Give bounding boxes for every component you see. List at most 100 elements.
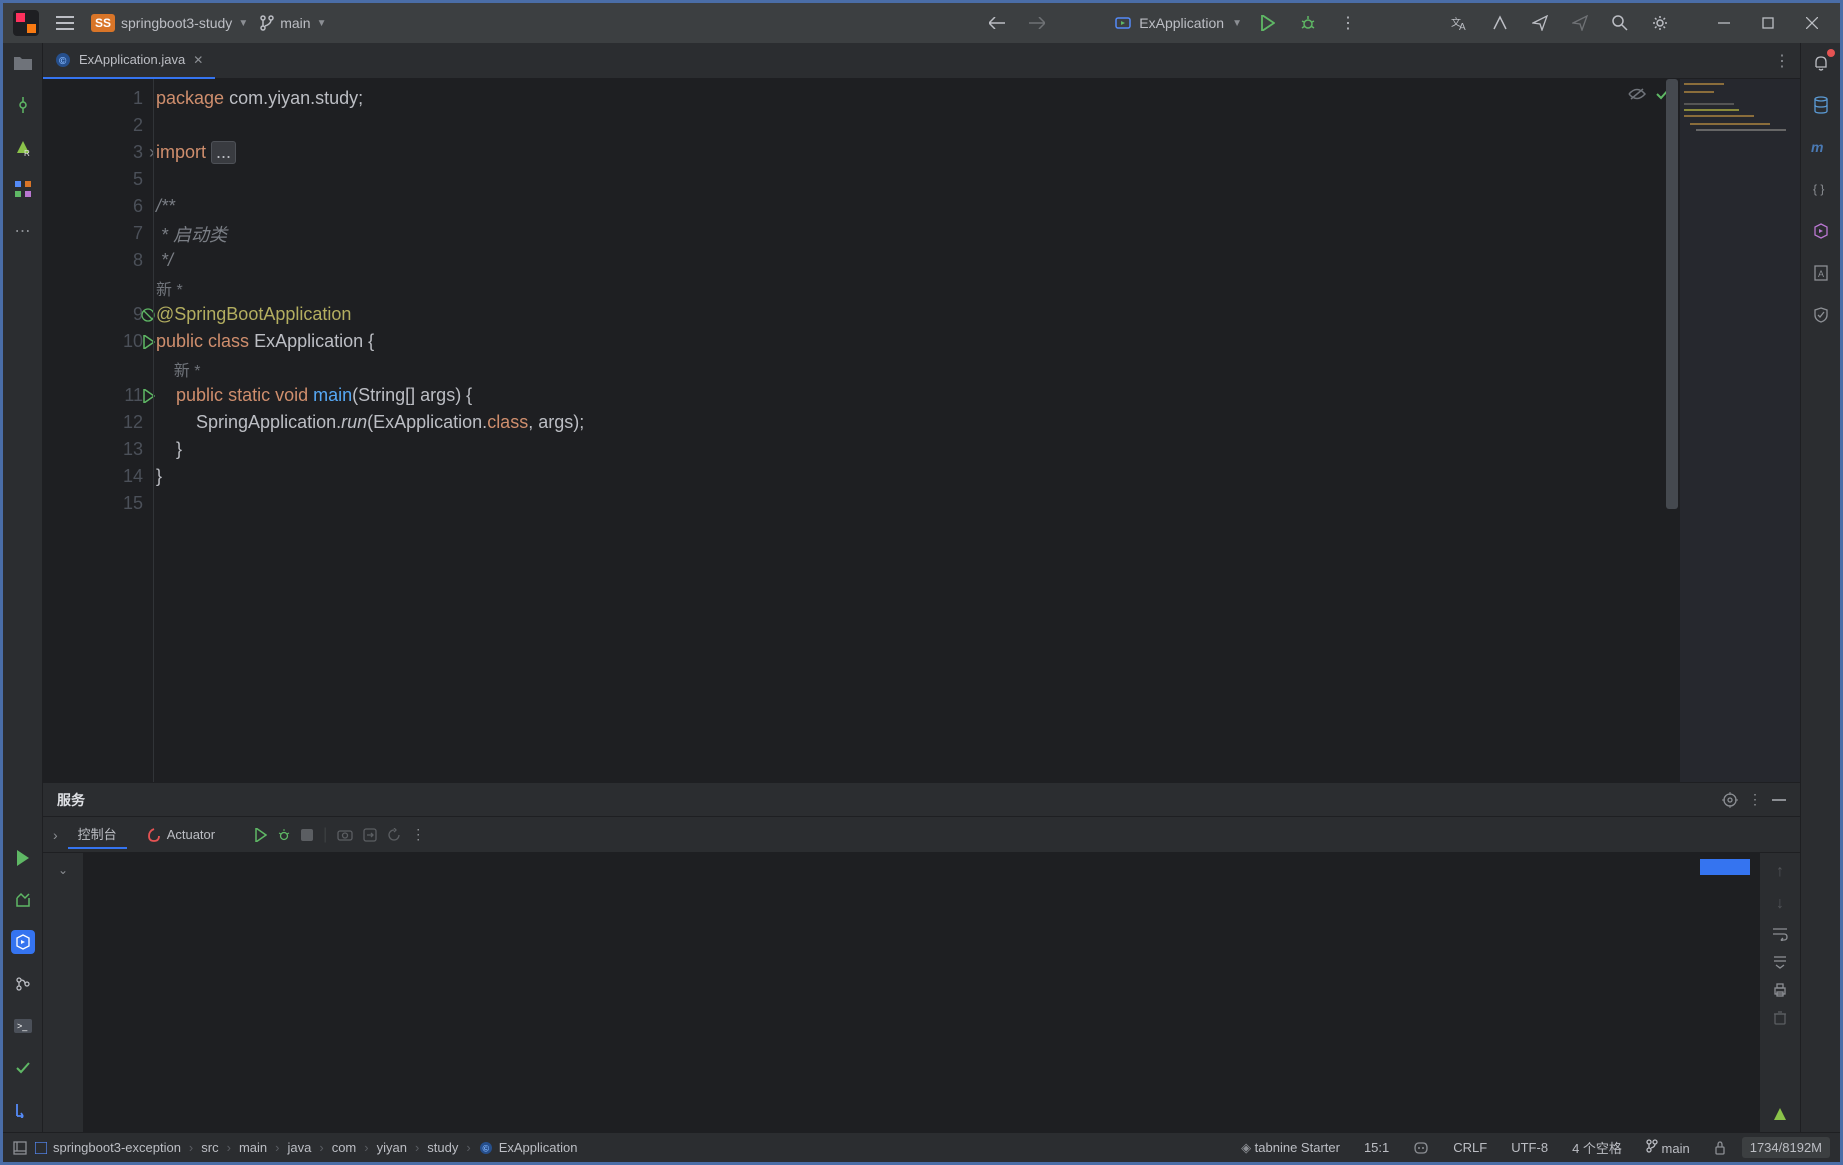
- hide-icon[interactable]: [1772, 799, 1786, 801]
- settings-button[interactable]: [1646, 9, 1674, 37]
- target-icon[interactable]: [1722, 792, 1738, 808]
- ide-logo-icon: [13, 10, 39, 36]
- minimap[interactable]: [1680, 79, 1800, 782]
- main-area: R ⋯ >_ © ExApplication.java ✕ ⋮ 1: [3, 43, 1840, 1132]
- search-button[interactable]: [1606, 9, 1634, 37]
- run-tool-icon[interactable]: [11, 846, 35, 870]
- more-tools-icon[interactable]: ⋯: [11, 219, 35, 243]
- notification-dot: [1827, 49, 1835, 57]
- breadcrumb[interactable]: src: [201, 1140, 218, 1155]
- code-token: main: [313, 385, 352, 406]
- svg-text:R: R: [24, 149, 30, 156]
- tab-options-icon[interactable]: ⋮: [1774, 51, 1790, 71]
- copilot-status-icon[interactable]: [1405, 1141, 1437, 1155]
- maven-icon[interactable]: m: [1809, 135, 1833, 159]
- console-output[interactable]: [83, 853, 1760, 1132]
- print-icon[interactable]: [1773, 983, 1787, 997]
- center-column: © ExApplication.java ✕ ⋮ 1 2 3› 5 6 7 8 …: [43, 43, 1800, 1132]
- breadcrumb[interactable]: ©ExApplication: [479, 1140, 578, 1155]
- code-with-me-icon[interactable]: [1486, 9, 1514, 37]
- window-minimize-button[interactable]: [1706, 9, 1742, 37]
- code-token: }: [156, 439, 182, 460]
- project-selector[interactable]: SS springboot3-study ▼: [91, 14, 248, 32]
- vcs-tool-icon[interactable]: [11, 1098, 35, 1122]
- jrebel-svc-icon[interactable]: [1772, 1106, 1788, 1122]
- up-arrow-icon[interactable]: ↑: [1776, 863, 1784, 881]
- run-config-selector[interactable]: ExApplication ▼: [1115, 15, 1242, 31]
- line-separator[interactable]: CRLF: [1445, 1140, 1495, 1155]
- code-token: class: [487, 412, 528, 433]
- window-close-button[interactable]: [1794, 9, 1830, 37]
- breadcrumb[interactable]: java: [287, 1140, 311, 1155]
- collapse-icon[interactable]: ⌄: [58, 863, 68, 877]
- nav-forward-button[interactable]: [1023, 9, 1051, 37]
- down-arrow-icon[interactable]: ↓: [1776, 895, 1784, 913]
- fold-placeholder[interactable]: ...: [211, 141, 236, 164]
- code-area[interactable]: package com.yiyan.study; import ... /** …: [153, 79, 1680, 782]
- more-actions-button[interactable]: ⋮: [1334, 9, 1362, 37]
- svg-text:A: A: [1459, 22, 1466, 32]
- breadcrumb[interactable]: study: [427, 1140, 458, 1155]
- file-encoding[interactable]: UTF-8: [1503, 1140, 1556, 1155]
- json-tool-icon[interactable]: { }: [1809, 177, 1833, 201]
- cursor-position[interactable]: 15:1: [1356, 1140, 1397, 1155]
- actuator-tab[interactable]: Actuator: [137, 823, 225, 846]
- tool-windows-icon[interactable]: [13, 1141, 27, 1155]
- tab-close-icon[interactable]: ✕: [193, 53, 203, 67]
- notifications-icon[interactable]: [1809, 51, 1833, 75]
- scrollbar-thumb[interactable]: [1666, 79, 1678, 509]
- import-icon[interactable]: [363, 828, 377, 842]
- options-icon[interactable]: ⋮: [1748, 791, 1762, 808]
- editor[interactable]: 1 2 3› 5 6 7 8 9 10 11 12 13 14 15: [43, 79, 1800, 782]
- chevron-down-icon: ▼: [317, 18, 327, 29]
- main-menu-button[interactable]: [51, 9, 79, 37]
- services-tool-icon[interactable]: [11, 930, 35, 954]
- lock-icon[interactable]: [1706, 1141, 1734, 1155]
- copilot-icon[interactable]: [1809, 219, 1833, 243]
- terminal-tool-icon[interactable]: >_: [11, 1014, 35, 1038]
- git-tool-icon[interactable]: [11, 972, 35, 996]
- stop-icon[interactable]: [301, 829, 313, 841]
- soft-wrap-icon[interactable]: [1772, 927, 1788, 941]
- rerun-icon[interactable]: [255, 828, 267, 842]
- scroll-end-icon[interactable]: [1773, 955, 1787, 969]
- send-icon[interactable]: [1526, 9, 1554, 37]
- structure-tool-icon[interactable]: [11, 177, 35, 201]
- debug-svc-icon[interactable]: [277, 828, 291, 842]
- tabnine-status[interactable]: ◈ tabnine Starter: [1233, 1140, 1348, 1156]
- git-branch-status[interactable]: main: [1638, 1139, 1698, 1156]
- commit-tool-icon[interactable]: [11, 93, 35, 117]
- breadcrumb[interactable]: com: [332, 1140, 357, 1155]
- nav-back-button[interactable]: [983, 9, 1011, 37]
- send-icon-2[interactable]: [1566, 9, 1594, 37]
- line-number: 6: [133, 196, 143, 217]
- build-tool-icon[interactable]: [11, 888, 35, 912]
- more-svc-icon[interactable]: ⋮: [411, 826, 425, 843]
- camera-icon[interactable]: [337, 829, 353, 841]
- database-icon[interactable]: [1809, 93, 1833, 117]
- reload-icon[interactable]: [387, 828, 401, 842]
- code-token: (ExApplication.: [367, 412, 487, 433]
- run-button[interactable]: [1254, 9, 1282, 37]
- project-tool-icon[interactable]: [11, 51, 35, 75]
- editor-tab[interactable]: © ExApplication.java ✕: [43, 43, 215, 79]
- project-name: springboot3-study: [121, 15, 232, 31]
- problems-tool-icon[interactable]: [11, 1056, 35, 1080]
- breadcrumb[interactable]: main: [239, 1140, 267, 1155]
- expand-icon[interactable]: ›: [53, 827, 58, 843]
- breadcrumb[interactable]: springboot3-exception: [35, 1140, 181, 1155]
- reader-mode-icon[interactable]: [1628, 87, 1646, 101]
- translate-icon[interactable]: 文A: [1446, 9, 1474, 37]
- indent-setting[interactable]: 4 个空格: [1564, 1138, 1630, 1157]
- jrebel-tool-icon[interactable]: R: [11, 135, 35, 159]
- memory-indicator[interactable]: 1734/8192M: [1742, 1137, 1830, 1158]
- clear-icon[interactable]: [1774, 1011, 1786, 1025]
- vcs-branch-selector[interactable]: main ▼: [260, 15, 326, 31]
- console-tab[interactable]: 控制台: [68, 820, 127, 849]
- shield-icon[interactable]: [1809, 303, 1833, 327]
- window-maximize-button[interactable]: [1750, 9, 1786, 37]
- debug-button[interactable]: [1294, 9, 1322, 37]
- breadcrumb[interactable]: yiyan: [377, 1140, 407, 1155]
- bookmarks-icon[interactable]: A: [1809, 261, 1833, 285]
- code-token: public: [176, 385, 223, 406]
